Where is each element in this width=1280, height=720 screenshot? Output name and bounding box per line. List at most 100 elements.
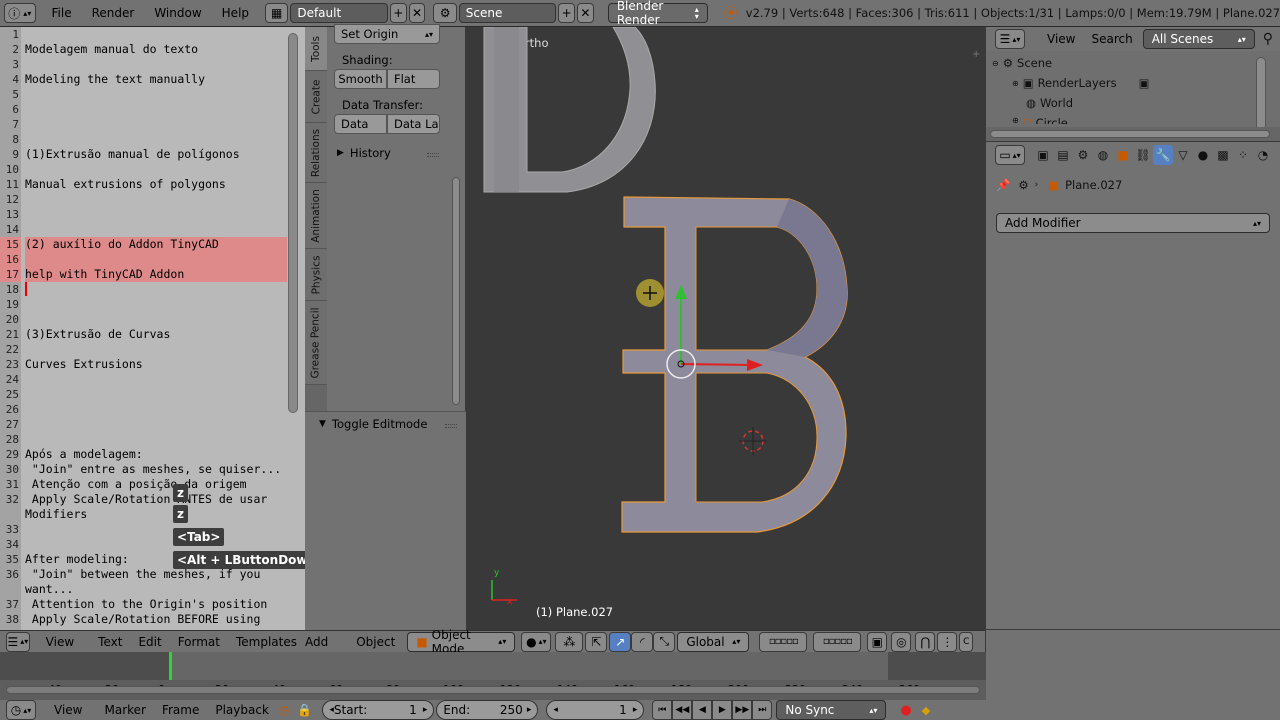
- text-line[interactable]: Modifiers: [25, 507, 287, 522]
- text-line[interactable]: [25, 252, 287, 267]
- timeline[interactable]: -40-200204060801001201401601802002202402…: [0, 652, 986, 700]
- text-line[interactable]: (1)Extrusão manual de polígonos: [25, 147, 287, 162]
- text-line[interactable]: [25, 312, 287, 327]
- area-split-corner-icon[interactable]: +: [972, 49, 980, 60]
- play-reverse-icon[interactable]: ◀: [692, 700, 713, 720]
- increment-arrow-icon[interactable]: ▸: [527, 705, 532, 715]
- prev-keyframe-icon[interactable]: ◀◀: [672, 700, 693, 720]
- text-line[interactable]: [25, 522, 287, 537]
- text-line[interactable]: [25, 162, 287, 177]
- scene-geometry[interactable]: y x +: [467, 27, 985, 629]
- delete-layout-button[interactable]: ✕: [408, 3, 426, 23]
- text-line[interactable]: help with TinyCAD Addon: [25, 267, 287, 282]
- editor-type-text-button[interactable]: ☰ ▴▾: [6, 631, 30, 652]
- text-edit-menu[interactable]: Edit: [130, 635, 169, 649]
- text-view-menu[interactable]: View: [38, 635, 82, 649]
- data-context-icon[interactable]: ▽: [1173, 145, 1193, 165]
- end-frame-field[interactable]: End: 250 ▸: [436, 700, 539, 720]
- add-scene-button[interactable]: +: [558, 3, 576, 23]
- scale-manipulator-button[interactable]: ⤡: [653, 631, 676, 652]
- x-axis-arrow[interactable]: [680, 363, 753, 366]
- text-line[interactable]: want...: [25, 582, 287, 597]
- text-line[interactable]: Manual extrusions of polygons: [25, 177, 287, 192]
- manipulator-toggle-button[interactable]: ⇱: [585, 631, 608, 652]
- text-line[interactable]: [25, 27, 287, 42]
- text-line[interactable]: [25, 372, 287, 387]
- timeline-view-menu[interactable]: View: [46, 703, 90, 717]
- shelf-scrollbar[interactable]: [452, 177, 460, 405]
- expand-icon[interactable]: ⊕: [1012, 116, 1019, 124]
- menu-render[interactable]: Render: [82, 6, 145, 20]
- record-icon[interactable]: ●: [900, 703, 911, 718]
- text-line[interactable]: [25, 387, 287, 402]
- text-line[interactable]: Atenção com a posição da origem: [25, 477, 287, 492]
- text-line[interactable]: [25, 537, 287, 552]
- menu-window[interactable]: Window: [144, 6, 211, 20]
- lock-layers-button[interactable]: ▣: [867, 631, 888, 652]
- outliner-scrollbar[interactable]: [1256, 57, 1266, 131]
- start-frame-field[interactable]: ◂ Start: 1 ▸: [322, 700, 435, 720]
- tab-relations[interactable]: Relations: [305, 123, 327, 183]
- lock-icon[interactable]: 🔒: [297, 703, 312, 717]
- outliner-row-world[interactable]: ◍ World: [1026, 96, 1073, 110]
- properties-editor[interactable]: ▭ ▴▾ ▣ ▤ ⚙ ◍ ■ ⛓ 🔧 ▽ ● ▩ ⁘ ◔ 📌 ⚙ › ■ Plan…: [986, 142, 1280, 629]
- outliner-row-renderlayers[interactable]: ⊕ ▣ RenderLayers ▣: [1012, 76, 1149, 90]
- menu-file[interactable]: File: [42, 6, 82, 20]
- outliner-horizontal-scrollbar[interactable]: [986, 127, 1280, 141]
- outliner-row-circle[interactable]: ⊕ ▽ Circle: [1012, 116, 1208, 124]
- scene-context-icon[interactable]: ⚙: [1073, 145, 1093, 165]
- layers-row-1[interactable]: ▫▫▫▫▫: [759, 631, 808, 652]
- view-add-menu[interactable]: Add: [305, 635, 332, 649]
- text-line[interactable]: Attention to the Origin's position: [25, 597, 287, 612]
- text-line[interactable]: Apply Scale/Rotation BEFORE using: [25, 612, 287, 627]
- outliner-row-scene[interactable]: ⊖ ⚙ Scene: [992, 56, 1052, 70]
- layout-selector-button[interactable]: ▦: [265, 3, 289, 23]
- modifiers-context-icon[interactable]: 🔧: [1153, 145, 1173, 165]
- text-line[interactable]: [25, 402, 287, 417]
- current-frame-field[interactable]: ◂ 1 ▸: [546, 700, 645, 720]
- text-line[interactable]: [25, 282, 287, 297]
- snap-toggle-button[interactable]: ⋂: [915, 631, 936, 652]
- smooth-button[interactable]: Smooth: [334, 69, 387, 89]
- increment-arrow-icon[interactable]: ▸: [633, 705, 638, 715]
- tab-physics[interactable]: Physics: [305, 249, 327, 301]
- interaction-mode-dropdown[interactable]: ■ Object Mode ▴▾: [407, 628, 516, 656]
- layers-row-2[interactable]: ▫▫▫▫▫: [813, 631, 862, 652]
- text-line[interactable]: [25, 222, 287, 237]
- transform-orientation-dropdown[interactable]: Global ▴▾: [677, 631, 750, 652]
- text-line[interactable]: Apply Scale/Rotation ANTES de usar: [25, 492, 287, 507]
- text-line[interactable]: [25, 132, 287, 147]
- text-content[interactable]: Modelagem manual do texto Modeling the te…: [25, 27, 287, 627]
- outliner-filter-dropdown[interactable]: All Scenes ▴▾: [1142, 29, 1255, 49]
- jump-start-icon[interactable]: ⏮: [652, 700, 673, 720]
- translate-manipulator-button[interactable]: ↗: [609, 631, 632, 652]
- data-transfer-button[interactable]: Data: [334, 114, 387, 134]
- scene-selector-button[interactable]: ⚙: [433, 3, 457, 23]
- timeline-marker-menu[interactable]: Marker: [96, 703, 153, 717]
- tab-create[interactable]: Create: [305, 71, 327, 123]
- editor-type-outliner-button[interactable]: ☰ ▴▾: [995, 29, 1025, 49]
- text-line[interactable]: [25, 342, 287, 357]
- text-line[interactable]: [25, 57, 287, 72]
- preview-range-icon[interactable]: ◷: [279, 703, 289, 717]
- text-line[interactable]: [25, 102, 287, 117]
- object-context-icon[interactable]: ■: [1113, 145, 1133, 165]
- jump-end-icon[interactable]: ⏭: [752, 700, 773, 720]
- physics-context-icon[interactable]: ◔: [1253, 145, 1273, 165]
- tab-tools[interactable]: Tools: [305, 27, 327, 71]
- keying-set-icon[interactable]: ◆: [922, 704, 930, 717]
- texture-context-icon[interactable]: ▩: [1213, 145, 1233, 165]
- text-line[interactable]: [25, 207, 287, 222]
- snap-element-button[interactable]: ⋮: [937, 631, 958, 652]
- text-scrollbar[interactable]: [288, 33, 298, 413]
- drag-handle-icon[interactable]: [427, 153, 439, 157]
- sync-mode-dropdown[interactable]: No Sync ▴▾: [776, 700, 887, 720]
- toggle-editmode-header[interactable]: ▼ Toggle Editmode: [319, 417, 427, 431]
- timeline-playback-menu[interactable]: Playback: [207, 703, 277, 717]
- scene-name-field[interactable]: Scene: [458, 3, 557, 23]
- renderlayers-context-icon[interactable]: ▤: [1053, 145, 1073, 165]
- text-line[interactable]: "Join" between the meshes, if you: [25, 567, 287, 582]
- world-context-icon[interactable]: ◍: [1093, 145, 1113, 165]
- decrement-arrow-icon[interactable]: ◂: [553, 705, 558, 715]
- rotate-manipulator-button[interactable]: ◜: [631, 631, 654, 652]
